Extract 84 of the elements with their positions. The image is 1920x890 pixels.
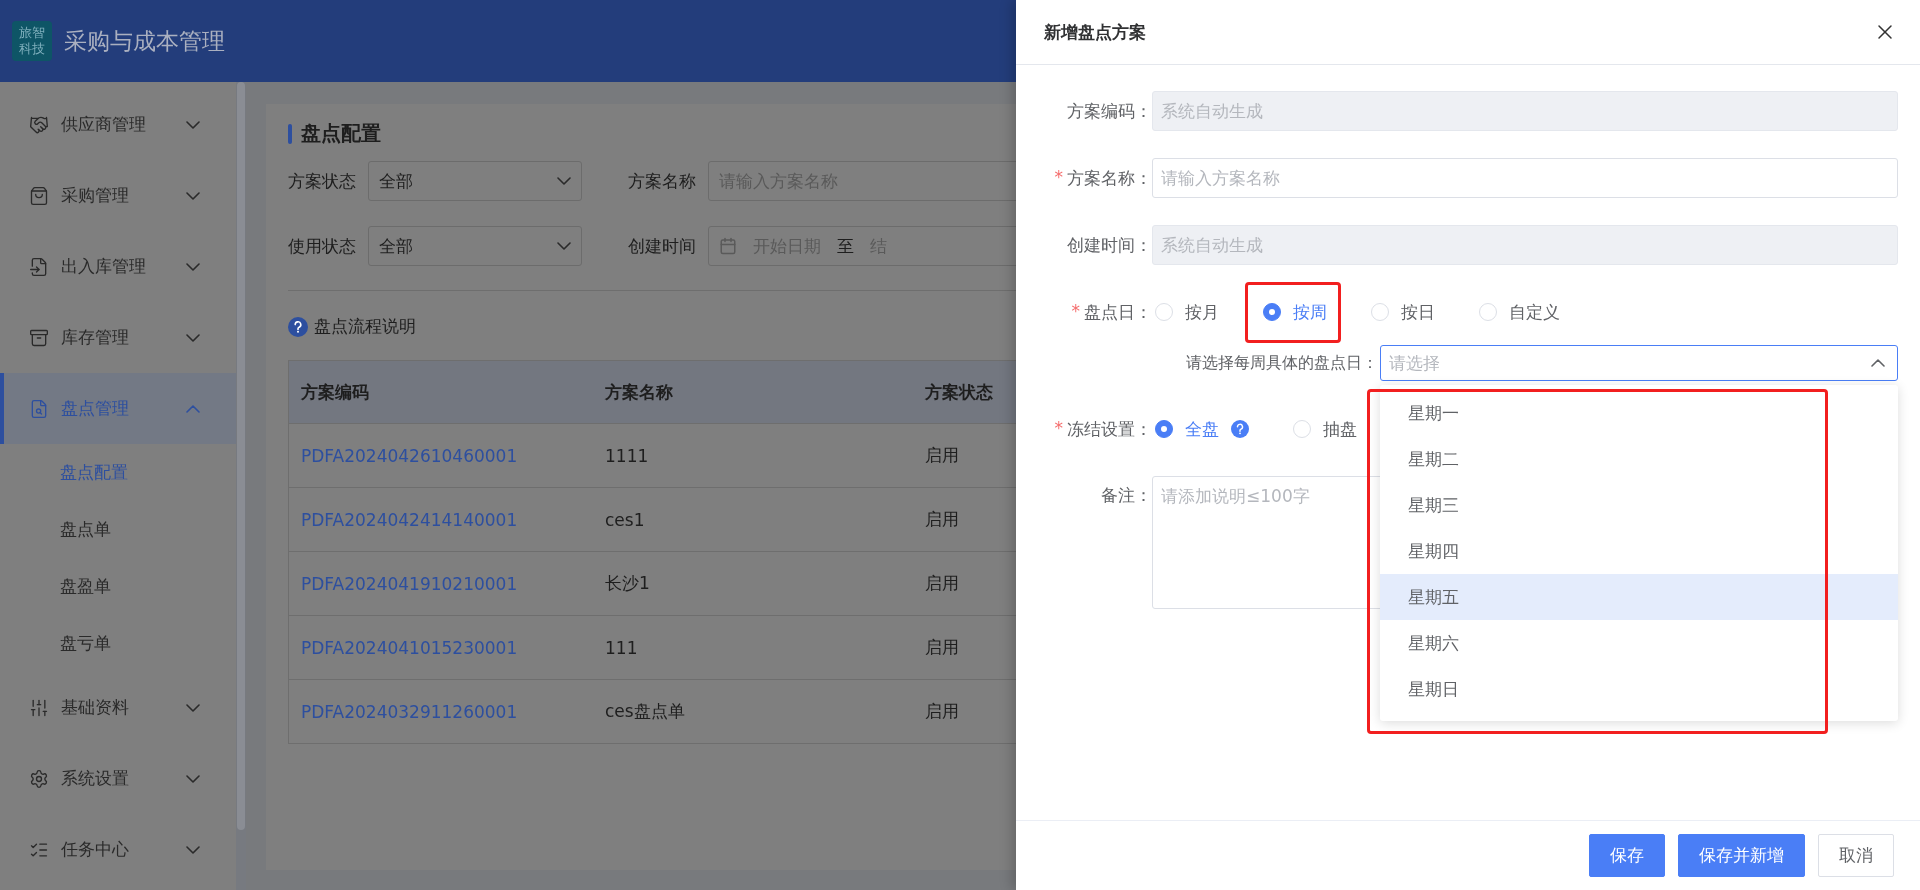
table-cell-text: 长沙1 bbox=[604, 572, 651, 595]
column-header: 方案名称 bbox=[604, 380, 674, 404]
drawer-title: 新增盘点方案 bbox=[1044, 20, 1146, 44]
code-link[interactable]: PDFA2024032911260001 bbox=[289, 680, 593, 743]
dropdown-option[interactable]: 星期五 bbox=[1380, 574, 1898, 620]
table-cell-text: 111 bbox=[604, 636, 639, 660]
code-link[interactable]: PDFA2024042610460001 bbox=[289, 424, 593, 487]
radio-button[interactable] bbox=[1155, 420, 1173, 438]
dropdown-option[interactable]: 星期四 bbox=[1380, 528, 1898, 574]
app-title: 采购与成本管理 bbox=[64, 26, 225, 56]
filter-label: 方案状态 bbox=[288, 169, 356, 193]
field-label: 方案名称： bbox=[1067, 166, 1152, 190]
nav-item[interactable]: 任务中心 bbox=[0, 814, 236, 885]
field-label: 盘点日： bbox=[1084, 300, 1152, 324]
primary-button[interactable]: 保存并新增 bbox=[1678, 834, 1805, 877]
radio-option[interactable]: 按月 bbox=[1155, 300, 1219, 324]
page-title: 盘点配置 bbox=[301, 120, 381, 147]
sliders-icon bbox=[29, 697, 49, 718]
required-mark: * bbox=[1054, 166, 1063, 189]
table-cell-text: ces盘点单 bbox=[604, 700, 686, 723]
dropdown-option[interactable]: 星期日 bbox=[1380, 666, 1898, 712]
field-label: 备注： bbox=[1101, 484, 1152, 507]
field-label: 方案编码： bbox=[1067, 99, 1152, 123]
table-cell-text: 启用 bbox=[924, 444, 960, 467]
title-accent-bar bbox=[288, 123, 292, 144]
code-link[interactable]: PDFA2024041015230001 bbox=[289, 616, 593, 679]
nav-item[interactable]: 供应商管理 bbox=[0, 89, 236, 160]
cancel-button[interactable]: 取消 bbox=[1818, 834, 1894, 877]
code-link[interactable]: PDFA2024042414140001 bbox=[289, 488, 593, 551]
field-label: 冻结设置： bbox=[1067, 417, 1152, 441]
radio-option[interactable]: 自定义 bbox=[1479, 300, 1560, 324]
bag-icon bbox=[29, 185, 49, 206]
chevron-down-icon bbox=[557, 242, 571, 250]
table-cell-text: 启用 bbox=[924, 700, 960, 723]
dropdown-option[interactable]: 星期二 bbox=[1380, 436, 1898, 482]
chevron-up-icon bbox=[1871, 359, 1885, 367]
calendar-icon bbox=[719, 237, 737, 255]
nav-subitem[interactable]: 盘点配置 bbox=[0, 444, 236, 501]
help-icon[interactable] bbox=[1231, 420, 1249, 438]
column-header: 方案状态 bbox=[924, 380, 994, 404]
table-cell-text: 启用 bbox=[924, 572, 960, 595]
radio-option[interactable]: 按周 bbox=[1263, 300, 1327, 324]
help-link[interactable]: 盘点流程说明 bbox=[314, 315, 416, 338]
nav-item[interactable]: 库存管理 bbox=[0, 302, 236, 373]
nav-subitem[interactable]: 盘盈单 bbox=[0, 558, 236, 615]
filter-select[interactable]: 全部 bbox=[368, 161, 582, 201]
dropdown-option[interactable]: 星期一 bbox=[1380, 390, 1898, 436]
file-arrow-icon bbox=[29, 256, 49, 277]
nav-subitem[interactable]: 盘点单 bbox=[0, 501, 236, 558]
logo: 旅智 科技 bbox=[12, 21, 52, 61]
radio-option[interactable]: 抽盘 bbox=[1293, 417, 1357, 441]
filter-label: 创建时间 bbox=[628, 234, 696, 258]
required-mark: * bbox=[1054, 417, 1063, 440]
radio-option[interactable]: 按日 bbox=[1371, 300, 1435, 324]
nav-item[interactable]: 基础资料 bbox=[0, 672, 236, 743]
filter-label: 使用状态 bbox=[288, 234, 356, 258]
field-label: 创建时间： bbox=[1067, 233, 1152, 257]
nav-item[interactable]: 采购管理 bbox=[0, 160, 236, 231]
filter-label: 方案名称 bbox=[628, 169, 696, 193]
chevron-down-icon bbox=[557, 177, 571, 185]
nav-item[interactable]: 系统设置 bbox=[0, 743, 236, 814]
radio-button[interactable] bbox=[1263, 303, 1281, 321]
column-header: 方案编码 bbox=[300, 380, 370, 404]
required-mark: * bbox=[1071, 300, 1080, 323]
table-cell-text: ces1 bbox=[604, 508, 646, 532]
handshake-icon bbox=[29, 114, 49, 135]
filter-select[interactable]: 全部 bbox=[368, 226, 582, 266]
dropdown-option[interactable]: 星期三 bbox=[1380, 482, 1898, 528]
primary-button[interactable]: 保存 bbox=[1589, 834, 1665, 877]
table-cell-text: 启用 bbox=[924, 508, 960, 531]
help-icon[interactable] bbox=[288, 316, 308, 337]
field-label: 请选择每周具体的盘点日： bbox=[1186, 352, 1378, 374]
code-link[interactable]: PDFA2024041910210001 bbox=[289, 552, 593, 615]
weekday-select[interactable]: 请选择 bbox=[1380, 345, 1898, 381]
radio-option[interactable]: 全盘 bbox=[1155, 417, 1249, 441]
table-cell-text: 启用 bbox=[924, 636, 960, 659]
dropdown-option[interactable]: 星期六 bbox=[1380, 620, 1898, 666]
cabinet-icon bbox=[29, 327, 49, 348]
table-cell-text: 1111 bbox=[604, 444, 650, 468]
nav-item[interactable]: 出入库管理 bbox=[0, 231, 236, 302]
scrollbar[interactable] bbox=[237, 82, 245, 830]
settings-icon bbox=[29, 768, 49, 789]
file-search-icon bbox=[29, 398, 49, 419]
nav-subitem[interactable]: 盘亏单 bbox=[0, 615, 236, 672]
